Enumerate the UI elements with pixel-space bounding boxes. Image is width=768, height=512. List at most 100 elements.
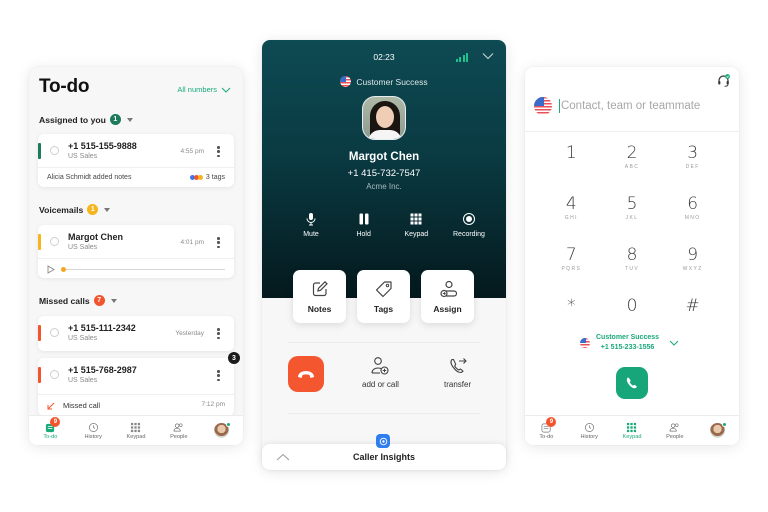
nav-label: To-do — [43, 433, 58, 440]
section-label: Missed calls — [39, 295, 90, 306]
dial-pad: 1 2 ABC 3 DEF 4 GHI 5 JKL 6 MNO 7 PQRS 8 TUV 9W… — [541, 143, 723, 334]
nav-badge: 9 — [50, 417, 61, 427]
control-label: Mute — [303, 231, 319, 238]
filter-label: All numbers — [177, 85, 217, 94]
key-1[interactable]: 1 — [541, 143, 602, 181]
hold-button[interactable]: Hold — [339, 212, 389, 238]
history-icon — [88, 422, 98, 432]
us-flag-icon — [340, 76, 352, 87]
key-4[interactable]: 4 GHI — [541, 194, 602, 232]
missed-call-arrow-icon — [47, 402, 55, 409]
transfer-button[interactable]: transfer — [444, 356, 471, 389]
checkbox[interactable] — [50, 370, 59, 379]
people-icon — [669, 422, 679, 432]
key-0[interactable]: 0 — [602, 296, 663, 334]
phone-number: +1 515-155-9888 — [68, 141, 137, 151]
line-name: US Sales — [68, 244, 98, 251]
history-icon — [584, 422, 594, 432]
nav-profile[interactable] — [696, 416, 739, 445]
missed-call-card[interactable]: +1 515-111-2342 US Sales Yesterday — [38, 316, 234, 351]
key-digit: 4 — [565, 194, 577, 214]
voicemail-card[interactable]: Margot Chen US Sales 4:01 pm — [38, 225, 234, 278]
nav-todo[interactable]: 9 To-do — [525, 416, 568, 445]
hang-up-button[interactable] — [288, 356, 324, 392]
key-star[interactable]: * — [541, 296, 602, 334]
key-8[interactable]: 8 TUV — [602, 245, 663, 283]
online-status-dot — [722, 422, 728, 427]
headset-status-icon[interactable] — [717, 74, 730, 87]
us-flag-icon[interactable] — [534, 97, 552, 115]
missed-call-card[interactable]: 3 +1 515-768-2987 US Sales Missed call 7… — [38, 352, 240, 416]
key-6[interactable]: 6 MNO — [662, 194, 723, 232]
all-numbers-filter[interactable]: All numbers — [177, 85, 231, 94]
nav-people[interactable]: People — [157, 416, 200, 445]
call-header: 02:23 Customer Success Margot Chen +1 41… — [262, 40, 506, 298]
playback-handle[interactable] — [61, 266, 66, 272]
section-missed-header[interactable]: Missed calls 7 — [39, 295, 117, 306]
nav-profile[interactable] — [200, 416, 243, 445]
missed-call-label: Missed call — [63, 401, 101, 410]
nav-people[interactable]: People — [653, 416, 696, 445]
people-icon — [173, 422, 183, 432]
key-7[interactable]: 7 PQRS — [541, 245, 602, 283]
phone-number: +1 515-111-2342 — [68, 323, 136, 333]
key-2[interactable]: 2 ABC — [602, 143, 663, 181]
tags-indicator[interactable]: 3 tags — [189, 174, 225, 181]
tags-count: 3 tags — [205, 174, 225, 181]
control-label: Recording — [453, 231, 485, 238]
tags-button[interactable]: Tags — [357, 270, 410, 323]
nav-history[interactable]: History — [72, 416, 115, 445]
add-or-call-button[interactable]: add or call — [362, 356, 399, 389]
hang-up-icon — [298, 371, 314, 378]
nav-keypad[interactable]: Keypad — [611, 416, 654, 445]
control-label: Hold — [356, 231, 371, 238]
control-label: Keypad — [404, 231, 429, 238]
nav-keypad[interactable]: Keypad — [115, 416, 158, 445]
notes-button[interactable]: Notes — [293, 270, 346, 323]
call-button[interactable] — [616, 367, 648, 399]
chevron-down-icon[interactable] — [482, 52, 494, 60]
key-9[interactable]: 9 WXYZ — [662, 245, 723, 283]
outbound-line-selector[interactable]: Customer Success +1 515-233-1556 — [580, 333, 679, 353]
recording-button[interactable]: Recording — [444, 212, 494, 238]
nav-label: To-do — [539, 433, 554, 440]
more-options-icon[interactable] — [217, 237, 220, 248]
count-badge: 1 — [109, 114, 121, 125]
nav-todo[interactable]: 9 To-do — [29, 416, 72, 445]
more-options-icon[interactable] — [217, 328, 220, 339]
key-letters: ABC — [624, 164, 640, 170]
checkbox[interactable] — [50, 237, 59, 246]
more-options-icon[interactable] — [217, 370, 220, 381]
key-letters: PQRS — [561, 266, 582, 272]
keypad-button[interactable]: Keypad — [391, 212, 441, 238]
play-icon[interactable] — [47, 264, 55, 274]
nav-history[interactable]: History — [568, 416, 611, 445]
keypad-icon — [131, 422, 141, 432]
section-voicemails-header[interactable]: Voicemails 1 — [39, 204, 111, 215]
section-assigned-header[interactable]: Assigned to you 1 — [39, 114, 133, 125]
action-label: transfer — [444, 380, 472, 389]
checkbox[interactable] — [50, 146, 59, 155]
page-title: To-do — [39, 76, 90, 97]
count-badge: 1 — [87, 204, 99, 215]
contact-search[interactable] — [559, 98, 729, 114]
timestamp: 4:55 pm — [180, 148, 205, 155]
line-name: US Sales — [68, 377, 98, 384]
caller-company: Acme Inc. — [366, 182, 402, 191]
assigned-card[interactable]: +1 515-155-9888 US Sales 4:55 pm Alicia … — [38, 134, 234, 187]
keypad-icon — [410, 213, 422, 225]
assign-button[interactable]: Assign — [421, 270, 474, 323]
key-hash[interactable]: # — [662, 296, 723, 334]
call-timer: 02:23 — [373, 52, 395, 62]
key-digit: * — [567, 296, 576, 316]
key-3[interactable]: 3 DEF — [662, 143, 723, 181]
playback-slider[interactable] — [61, 266, 225, 272]
line-number: +1 515-233-1556 — [600, 344, 655, 351]
voicemail-player — [47, 264, 225, 274]
key-digit: # — [685, 296, 700, 316]
checkbox[interactable] — [50, 328, 59, 337]
key-5[interactable]: 5 JKL — [602, 194, 663, 232]
contact-search-input[interactable] — [560, 100, 729, 112]
mute-button[interactable]: Mute — [286, 212, 336, 238]
more-options-icon[interactable] — [217, 146, 220, 157]
